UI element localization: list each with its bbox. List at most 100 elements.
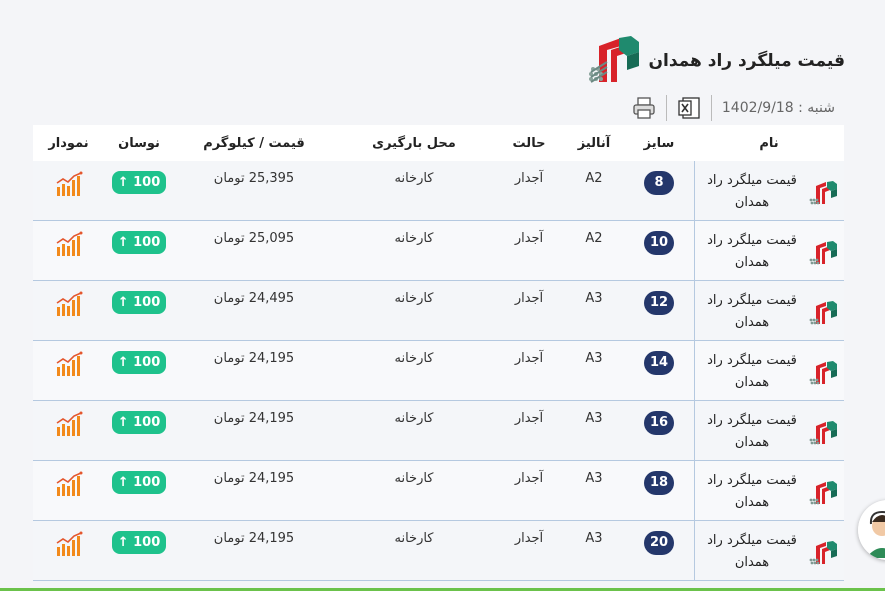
product-name-link[interactable]: قیمت میلگرد راد همدان bbox=[702, 230, 802, 274]
cell-analyze: A3 bbox=[585, 471, 603, 486]
brand-logo bbox=[585, 36, 641, 86]
chart-icon[interactable] bbox=[55, 231, 83, 257]
size-badge: 20 bbox=[644, 531, 674, 555]
cell-chart bbox=[33, 401, 104, 460]
size-badge: 14 bbox=[644, 351, 674, 375]
cell-size: 8 bbox=[624, 161, 694, 220]
cell-analyze: A2 bbox=[585, 231, 603, 246]
header-name: نام bbox=[759, 135, 779, 151]
cell-state: آجدار bbox=[514, 291, 544, 306]
cell-place: کارخانه bbox=[394, 291, 434, 306]
change-badge[interactable]: 100 ↑ bbox=[112, 471, 166, 494]
change-badge[interactable]: 100 ↑ bbox=[112, 411, 166, 434]
cell-size: 16 bbox=[624, 401, 694, 460]
cell-price: 24,195 تومان bbox=[213, 411, 295, 426]
cell-size: 10 bbox=[624, 221, 694, 280]
cell-chart bbox=[33, 521, 104, 580]
cell-change: 100 ↑ bbox=[104, 341, 174, 400]
cell-price: 25,095 تومان bbox=[213, 231, 295, 246]
header-change: نوسان bbox=[118, 135, 160, 151]
cell-state: آجدار bbox=[514, 231, 544, 246]
cell-place: کارخانه bbox=[394, 411, 434, 426]
cell-name: قیمت میلگرد راد همدان bbox=[694, 221, 844, 280]
change-badge[interactable]: 100 ↑ bbox=[112, 231, 166, 254]
header-chart: نمودار bbox=[48, 135, 89, 151]
table-row: قیمت میلگرد راد همدان 10 A2 آجدار کارخان… bbox=[33, 221, 844, 281]
product-name-link[interactable]: قیمت میلگرد راد همدان bbox=[702, 410, 802, 454]
cell-price: 24,195 تومان bbox=[213, 351, 295, 366]
cell-analyze: A2 bbox=[585, 171, 603, 186]
cell-price: 24,495 تومان bbox=[213, 291, 295, 306]
change-badge[interactable]: 100 ↑ bbox=[112, 531, 166, 554]
table-header: نام سایز آنالیز حالت محل بارگیری قیمت / … bbox=[33, 125, 844, 161]
header-size: سایز bbox=[643, 135, 675, 151]
cell-size: 14 bbox=[624, 341, 694, 400]
cell-name: قیمت میلگرد راد همدان bbox=[694, 461, 844, 520]
cell-analyze: A3 bbox=[585, 351, 603, 366]
cell-state: آجدار bbox=[514, 471, 544, 486]
cell-price: 24,195 تومان bbox=[213, 471, 295, 486]
size-badge: 8 bbox=[644, 171, 674, 195]
header-price: قیمت / کیلوگرم bbox=[203, 135, 305, 151]
cell-change: 100 ↑ bbox=[104, 521, 174, 580]
chart-icon[interactable] bbox=[55, 531, 83, 557]
cell-place: کارخانه bbox=[394, 531, 434, 546]
cell-name: قیمت میلگرد راد همدان bbox=[694, 341, 844, 400]
table-row: قیمت میلگرد راد همدان 12 A3 آجدار کارخان… bbox=[33, 281, 844, 341]
size-badge: 12 bbox=[644, 291, 674, 315]
cell-analyze: A3 bbox=[585, 411, 603, 426]
table-row: قیمت میلگرد راد همدان 20 A3 آجدار کارخان… bbox=[33, 521, 844, 581]
brand-logo-icon bbox=[808, 180, 838, 206]
chart-icon[interactable] bbox=[55, 291, 83, 317]
cell-name: قیمت میلگرد راد همدان bbox=[694, 521, 844, 580]
chart-icon[interactable] bbox=[55, 351, 83, 377]
product-name-link[interactable]: قیمت میلگرد راد همدان bbox=[702, 350, 802, 394]
cell-price: 25,395 تومان bbox=[213, 171, 295, 186]
toolbar: شنبه : 1402/9/18 bbox=[632, 95, 835, 121]
cell-price: 24,195 تومان bbox=[213, 531, 295, 546]
divider bbox=[710, 95, 712, 121]
brand-logo-icon bbox=[808, 300, 838, 326]
cell-chart bbox=[33, 461, 104, 520]
cell-change: 100 ↑ bbox=[104, 221, 174, 280]
change-badge[interactable]: 100 ↑ bbox=[112, 351, 166, 374]
cell-chart bbox=[33, 161, 104, 220]
cell-change: 100 ↑ bbox=[104, 161, 174, 220]
size-badge: 16 bbox=[644, 411, 674, 435]
cell-chart bbox=[33, 221, 104, 280]
brand-logo-icon bbox=[808, 540, 838, 566]
page-title: قیمت میلگرد راد همدان bbox=[648, 51, 846, 71]
size-badge: 18 bbox=[644, 471, 674, 495]
brand-logo-icon bbox=[808, 360, 838, 386]
table-row: قیمت میلگرد راد همدان 14 A3 آجدار کارخان… bbox=[33, 341, 844, 401]
cell-place: کارخانه bbox=[394, 351, 434, 366]
change-badge[interactable]: 100 ↑ bbox=[112, 171, 166, 194]
support-chat-avatar[interactable] bbox=[858, 500, 885, 560]
header-analyze: آنالیز bbox=[577, 135, 611, 151]
size-badge: 10 bbox=[644, 231, 674, 255]
chart-icon[interactable] bbox=[55, 471, 83, 497]
excel-icon[interactable] bbox=[677, 96, 701, 120]
product-name-link[interactable]: قیمت میلگرد راد همدان bbox=[702, 530, 802, 574]
page-header: قیمت میلگرد راد همدان bbox=[585, 36, 846, 86]
chart-icon[interactable] bbox=[55, 411, 83, 437]
cell-change: 100 ↑ bbox=[104, 401, 174, 460]
change-badge[interactable]: 100 ↑ bbox=[112, 291, 166, 314]
printer-icon[interactable] bbox=[632, 96, 656, 120]
product-name-link[interactable]: قیمت میلگرد راد همدان bbox=[702, 470, 802, 514]
product-name-link[interactable]: قیمت میلگرد راد همدان bbox=[702, 290, 802, 334]
cell-change: 100 ↑ bbox=[104, 281, 174, 340]
cell-place: کارخانه bbox=[394, 231, 434, 246]
cell-name: قیمت میلگرد راد همدان bbox=[694, 281, 844, 340]
cell-state: آجدار bbox=[514, 351, 544, 366]
cell-size: 20 bbox=[624, 521, 694, 580]
cell-size: 18 bbox=[624, 461, 694, 520]
cell-analyze: A3 bbox=[585, 531, 603, 546]
divider bbox=[665, 95, 667, 121]
cell-chart bbox=[33, 281, 104, 340]
cell-state: آجدار bbox=[514, 411, 544, 426]
cell-state: آجدار bbox=[514, 171, 544, 186]
brand-logo-icon bbox=[808, 240, 838, 266]
product-name-link[interactable]: قیمت میلگرد راد همدان bbox=[702, 170, 802, 214]
chart-icon[interactable] bbox=[55, 171, 83, 197]
